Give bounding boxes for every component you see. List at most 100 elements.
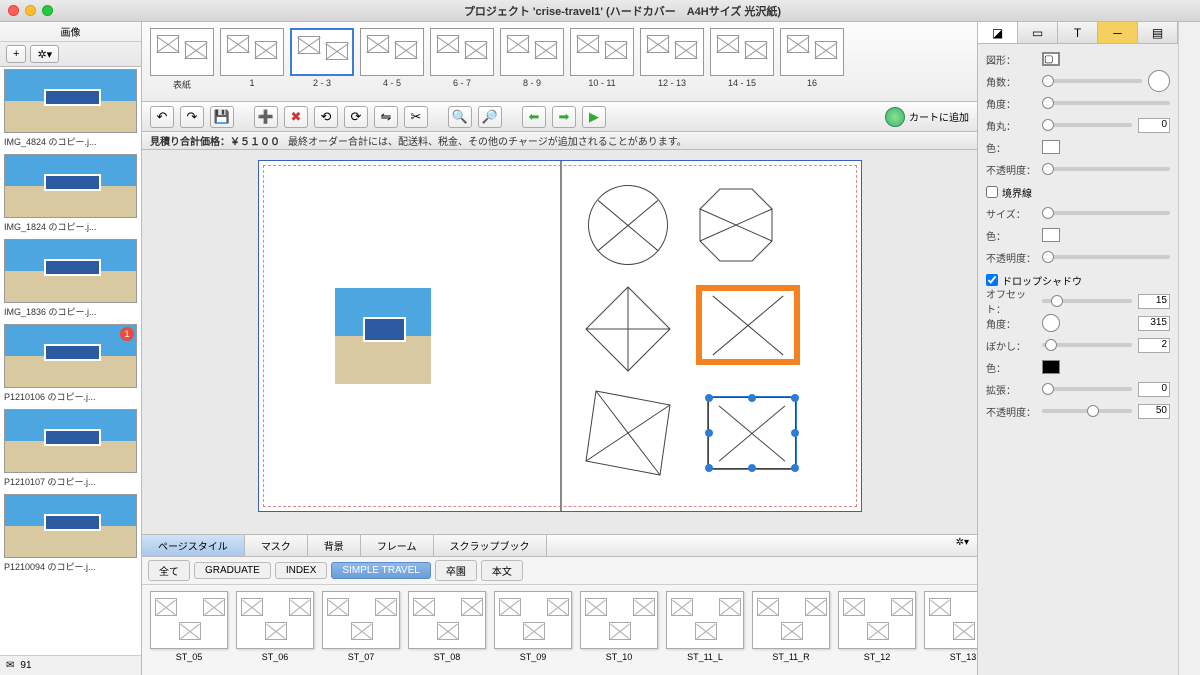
corner-dial[interactable] (1148, 70, 1170, 92)
sangle-value[interactable]: 315 (1138, 316, 1170, 331)
crop-button[interactable]: ✂ (404, 106, 428, 128)
bottom-tab[interactable]: スクラップブック (434, 535, 547, 556)
template-thumb[interactable]: ST_05 (150, 591, 228, 669)
shape-selected-rect[interactable] (708, 397, 796, 469)
insp-tab-ruler[interactable]: ─ (1098, 22, 1138, 43)
play-button[interactable]: ▶ (582, 106, 606, 128)
save-button[interactable]: 💾 (210, 106, 234, 128)
filter-chip[interactable]: INDEX (275, 562, 328, 579)
template-thumb[interactable]: ST_08 (408, 591, 486, 669)
image-thumb-list[interactable]: IMG_4824 のコピー.j...IMG_1824 のコピー.j...IMG_… (0, 67, 141, 655)
border-checkbox[interactable] (986, 186, 998, 198)
zoom-in-button[interactable]: 🔎 (478, 106, 502, 128)
sopacity-value[interactable]: 50 (1138, 404, 1170, 419)
add-image-button[interactable]: + (6, 45, 26, 63)
canvas-area[interactable] (142, 150, 977, 534)
border-color-swatch[interactable] (1042, 228, 1060, 242)
angle-slider[interactable] (1042, 101, 1170, 105)
image-thumb[interactable]: IMG_4824 のコピー.j... (0, 67, 141, 152)
image-thumb[interactable]: 1P1210106 のコピー.j... (0, 322, 141, 407)
shape-diamond[interactable] (582, 283, 674, 375)
insp-tab-layout[interactable]: ▭ (1018, 22, 1058, 43)
page-thumb[interactable]: 表紙 (150, 28, 214, 91)
filter-chip[interactable]: GRADUATE (194, 562, 271, 579)
template-thumb[interactable]: ST_10 (580, 591, 658, 669)
flip-button[interactable]: ⇋ (374, 106, 398, 128)
zoom-out-button[interactable]: 🔍 (448, 106, 472, 128)
sopacity-slider[interactable] (1042, 409, 1132, 413)
insp-tab-text[interactable]: T (1058, 22, 1098, 43)
close-icon[interactable] (8, 5, 19, 16)
template-thumb[interactable]: ST_07 (322, 591, 400, 669)
corners-slider[interactable] (1042, 79, 1142, 83)
border-size-slider[interactable] (1042, 211, 1170, 215)
filter-chip[interactable]: 卒園 (435, 560, 477, 581)
image-thumb[interactable]: IMG_1824 のコピー.j... (0, 152, 141, 237)
minimize-icon[interactable] (25, 5, 36, 16)
image-thumb[interactable]: P1210107 のコピー.j... (0, 407, 141, 492)
bottom-tab[interactable]: マスク (245, 535, 308, 556)
page-thumb[interactable]: 2 - 3 (290, 28, 354, 88)
offset-value[interactable]: 15 (1138, 294, 1170, 309)
page-thumb[interactable]: 14 - 15 (710, 28, 774, 88)
blur-value[interactable]: 2 (1138, 338, 1170, 353)
filter-chip[interactable]: 本文 (481, 560, 523, 581)
filter-chip[interactable]: SIMPLE TRAVEL (331, 562, 430, 579)
page-thumb[interactable]: 12 - 13 (640, 28, 704, 88)
blur-slider[interactable] (1042, 343, 1132, 347)
book-spread[interactable] (258, 160, 862, 512)
template-thumb[interactable]: ST_11_L (666, 591, 744, 669)
bottom-tab[interactable]: フレーム (361, 535, 434, 556)
add-to-cart[interactable]: カートに追加 (885, 107, 969, 127)
radius-value[interactable]: 0 (1138, 118, 1170, 133)
shape-type-swatch[interactable]: ▢ (1042, 52, 1060, 66)
template-thumb[interactable]: ST_09 (494, 591, 572, 669)
rotate-left-button[interactable]: ⟲ (314, 106, 338, 128)
angle-dial[interactable] (1042, 314, 1060, 332)
shape-rect-orange[interactable] (696, 285, 800, 365)
template-thumb[interactable]: ST_06 (236, 591, 314, 669)
image-thumb[interactable]: IMG_1836 のコピー.j... (0, 237, 141, 322)
radius-slider[interactable] (1042, 123, 1132, 127)
border-opacity-slider[interactable] (1042, 255, 1170, 259)
maximize-icon[interactable] (42, 5, 53, 16)
page-right[interactable] (560, 161, 861, 511)
spread-value[interactable]: 0 (1138, 382, 1170, 397)
shadow-checkbox[interactable] (986, 274, 998, 286)
template-thumb[interactable]: ST_11_R (752, 591, 830, 669)
template-thumb[interactable]: ST_12 (838, 591, 916, 669)
tab-gear-button[interactable]: ✲▾ (948, 535, 977, 556)
redo-button[interactable]: ↷ (180, 106, 204, 128)
placed-photo[interactable] (335, 288, 431, 384)
scrollbar-gutter[interactable] (1178, 22, 1200, 675)
shape-rotated-rect[interactable] (578, 383, 678, 483)
add-page-button[interactable]: ➕ (254, 106, 278, 128)
page-thumb[interactable]: 6 - 7 (430, 28, 494, 88)
page-thumb[interactable]: 16 (780, 28, 844, 88)
filter-chip[interactable]: 全て (148, 560, 190, 581)
opacity-slider[interactable] (1042, 167, 1170, 171)
delete-page-button[interactable]: ✖ (284, 106, 308, 128)
image-thumb[interactable]: P1210094 のコピー.j... (0, 492, 141, 577)
bottom-tab[interactable]: 背景 (308, 535, 361, 556)
prev-button[interactable]: ⬅ (522, 106, 546, 128)
bottom-tab[interactable]: ページスタイル (142, 535, 245, 556)
page-thumb[interactable]: 10 - 11 (570, 28, 634, 88)
rotate-right-button[interactable]: ⟳ (344, 106, 368, 128)
page-thumb[interactable]: 8 - 9 (500, 28, 564, 88)
insp-tab-page[interactable]: ▤ (1138, 22, 1178, 43)
shape-octagon[interactable] (696, 185, 776, 265)
shadow-color-swatch[interactable] (1042, 360, 1060, 374)
spread-slider[interactable] (1042, 387, 1132, 391)
template-thumb[interactable]: ST_13 (924, 591, 977, 669)
insp-tab-shape[interactable]: ◪ (978, 22, 1018, 43)
offset-slider[interactable] (1042, 299, 1132, 303)
page-left[interactable] (259, 161, 560, 511)
fill-color-swatch[interactable] (1042, 140, 1060, 154)
page-thumb[interactable]: 4 - 5 (360, 28, 424, 88)
shape-circle[interactable] (588, 185, 668, 265)
undo-button[interactable]: ↶ (150, 106, 174, 128)
page-strip[interactable]: 表紙12 - 34 - 56 - 78 - 910 - 1112 - 1314 … (142, 22, 977, 102)
sidebar-gear-button[interactable]: ✲▾ (30, 45, 59, 63)
next-button[interactable]: ➡ (552, 106, 576, 128)
